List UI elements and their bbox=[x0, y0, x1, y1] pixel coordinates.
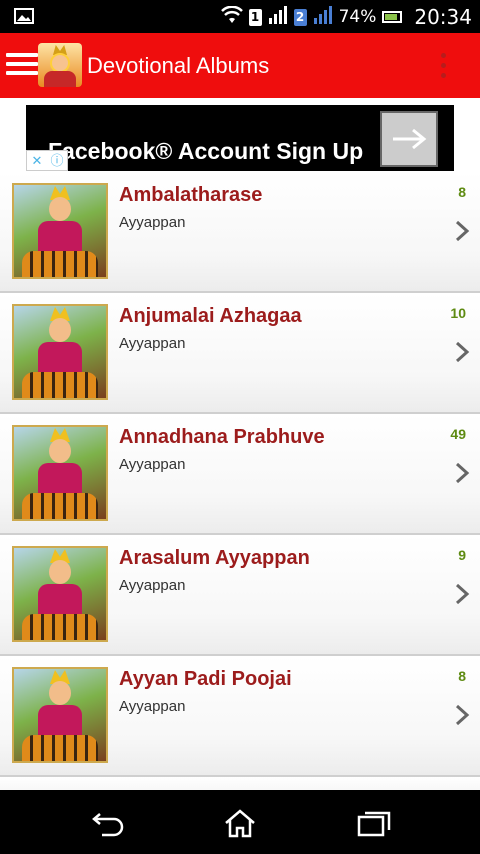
album-thumbnail bbox=[12, 304, 108, 400]
menu-icon[interactable] bbox=[6, 53, 38, 79]
song-count: 8 bbox=[458, 668, 466, 684]
song-count: 9 bbox=[458, 547, 466, 563]
album-list: Ambalatharase Ayyappan 8 Anjumalai Azhag… bbox=[0, 172, 480, 799]
sim2-badge: 2 bbox=[293, 8, 307, 26]
ad-text: Facebook® Account Sign Up bbox=[48, 138, 364, 164]
home-icon[interactable] bbox=[222, 808, 258, 838]
chevron-right-icon bbox=[455, 220, 470, 242]
signal-icon bbox=[268, 5, 288, 29]
battery-percent: 74% bbox=[338, 7, 377, 27]
list-item[interactable]: Arasalum Ayyappan Ayyappan 9 bbox=[0, 535, 480, 656]
app-logo[interactable] bbox=[38, 43, 82, 87]
song-count: 8 bbox=[458, 184, 466, 200]
app-bar: Devotional Albums bbox=[0, 33, 480, 98]
status-bar: 1 2 74% 20:34 bbox=[0, 0, 480, 33]
chevron-right-icon bbox=[455, 704, 470, 726]
album-title: Anjumalai Azhagaa bbox=[119, 305, 302, 327]
overflow-menu-icon[interactable] bbox=[438, 53, 448, 81]
list-item[interactable]: Annadhana Prabhuve Ayyappan 49 bbox=[0, 414, 480, 535]
album-thumbnail bbox=[12, 546, 108, 642]
album-thumbnail bbox=[12, 183, 108, 279]
battery-icon bbox=[382, 11, 403, 23]
song-count: 49 bbox=[450, 426, 466, 442]
gallery-icon bbox=[14, 8, 34, 29]
wifi-icon bbox=[220, 5, 243, 29]
back-icon[interactable] bbox=[90, 808, 126, 838]
album-thumbnail bbox=[12, 425, 108, 521]
album-artist: Ayyappan bbox=[119, 214, 186, 231]
album-artist: Ayyappan bbox=[119, 335, 186, 352]
sim1-badge: 1 bbox=[248, 8, 262, 26]
chevron-right-icon bbox=[455, 462, 470, 484]
ad-banner[interactable]: Facebook® Account Sign Up bbox=[26, 105, 454, 171]
album-artist: Ayyappan bbox=[119, 456, 186, 473]
list-item[interactable]: Ayyan Padi Poojai Ayyappan 8 bbox=[0, 656, 480, 777]
navigation-bar bbox=[0, 790, 480, 854]
list-item[interactable]: Ambalatharase Ayyappan 8 bbox=[0, 172, 480, 293]
info-icon[interactable]: ⓘ bbox=[47, 151, 67, 170]
album-title: Arasalum Ayyappan bbox=[119, 547, 310, 569]
chevron-right-icon bbox=[455, 341, 470, 363]
recents-icon[interactable] bbox=[356, 808, 392, 838]
arrow-right-icon[interactable] bbox=[380, 111, 438, 167]
page-title: Devotional Albums bbox=[87, 53, 270, 78]
chevron-right-icon bbox=[455, 583, 470, 605]
album-thumbnail bbox=[12, 667, 108, 763]
album-title: Ambalatharase bbox=[119, 184, 263, 206]
clock: 20:34 bbox=[414, 5, 472, 29]
album-artist: Ayyappan bbox=[119, 577, 186, 594]
song-count: 10 bbox=[450, 305, 466, 321]
ad-choices-badge[interactable]: ✕ ⓘ bbox=[26, 150, 68, 171]
close-icon[interactable]: ✕ bbox=[27, 151, 47, 170]
album-title: Annadhana Prabhuve bbox=[119, 426, 325, 448]
album-artist: Ayyappan bbox=[119, 698, 186, 715]
signal-icon bbox=[313, 5, 333, 29]
list-item[interactable]: Anjumalai Azhagaa Ayyappan 10 bbox=[0, 293, 480, 414]
album-title: Ayyan Padi Poojai bbox=[119, 668, 292, 690]
